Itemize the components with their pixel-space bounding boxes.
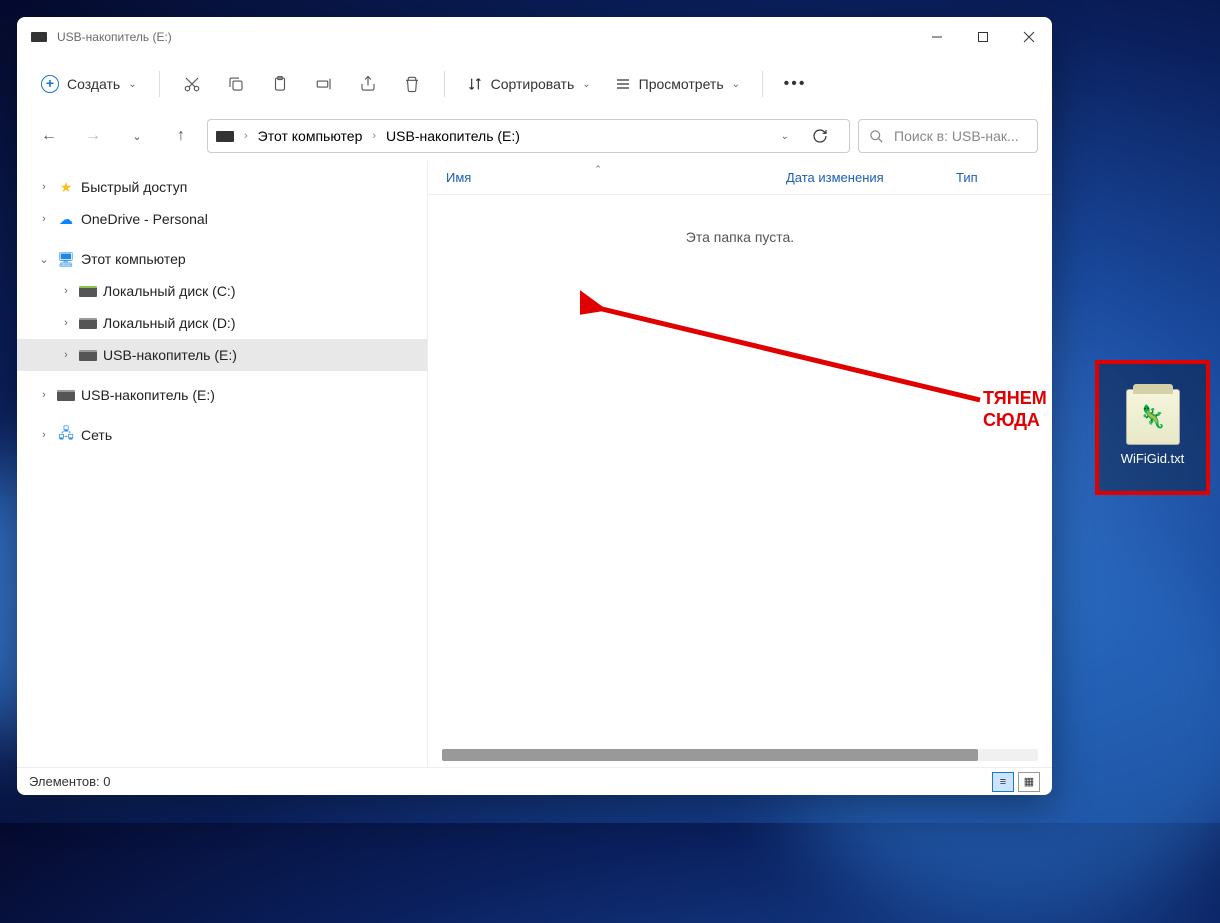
- sidebar-item[interactable]: › Локальный диск (D:): [17, 307, 427, 339]
- sidebar-item-label: USB-накопитель (E:): [103, 347, 237, 363]
- file-explorer-window: USB-накопитель (E:) Создать ⌄ Сортироват…: [17, 17, 1052, 795]
- copy-button[interactable]: [216, 66, 256, 102]
- horizontal-scrollbar[interactable]: [442, 749, 1038, 761]
- sort-icon: [467, 76, 483, 92]
- expand-icon[interactable]: ›: [37, 181, 51, 193]
- expand-icon[interactable]: ›: [37, 213, 51, 225]
- expand-icon[interactable]: ›: [59, 317, 73, 329]
- chevron-right-icon: ›: [244, 130, 248, 142]
- search-icon: [869, 129, 884, 144]
- annotation-text: ТЯНЕМ СЮДА: [983, 388, 1047, 431]
- minimize-button[interactable]: [914, 17, 960, 57]
- search-placeholder: Поиск в: USB-нак...: [894, 128, 1019, 144]
- file-list: ⌃Имя Дата изменения Тип Эта папка пуста.: [427, 161, 1052, 767]
- maximize-button[interactable]: [960, 17, 1006, 57]
- sidebar-item[interactable]: ›🖧Сеть: [17, 419, 427, 451]
- sidebar-item-label: Локальный диск (D:): [103, 315, 236, 331]
- sidebar: ›★Быстрый доступ›☁OneDrive - Personal ⌄🖥Э…: [17, 161, 427, 767]
- sidebar-item[interactable]: › USB-накопитель (E:): [17, 379, 427, 411]
- sidebar-item[interactable]: ›★Быстрый доступ: [17, 171, 427, 203]
- sidebar-item[interactable]: ⌄🖥Этот компьютер: [17, 243, 427, 275]
- chevron-down-icon[interactable]: ⌄: [781, 131, 789, 142]
- sort-button[interactable]: Сортировать ⌄: [457, 66, 601, 102]
- icons-view-button[interactable]: ▦: [1018, 772, 1040, 792]
- column-headers: ⌃Имя Дата изменения Тип: [428, 161, 1052, 195]
- sidebar-item[interactable]: ›☁OneDrive - Personal: [17, 203, 427, 235]
- drive-icon: [216, 131, 234, 142]
- navigation-row: ← → ⌄ ↑ › Этот компьютер › USB-накопител…: [17, 111, 1052, 161]
- sidebar-item-label: USB-накопитель (E:): [81, 387, 215, 403]
- sidebar-item[interactable]: › Локальный диск (C:): [17, 275, 427, 307]
- column-name[interactable]: ⌃Имя: [428, 170, 768, 185]
- create-label: Создать: [67, 76, 120, 92]
- back-button[interactable]: ←: [31, 118, 67, 154]
- view-button[interactable]: Просмотреть ⌄: [605, 66, 750, 102]
- cut-button[interactable]: [172, 66, 212, 102]
- sidebar-item-label: OneDrive - Personal: [81, 211, 208, 227]
- column-type[interactable]: Тип: [938, 170, 1038, 185]
- expand-icon[interactable]: ›: [37, 429, 51, 441]
- expand-icon[interactable]: ⌄: [37, 253, 51, 266]
- status-text: Элементов: 0: [29, 774, 110, 789]
- search-input[interactable]: Поиск в: USB-нак...: [858, 119, 1038, 153]
- desktop-file-highlighted[interactable]: WiFiGid.txt: [1095, 360, 1210, 495]
- address-bar[interactable]: › Этот компьютер › USB-накопитель (E:) ⌄: [207, 119, 850, 153]
- column-date[interactable]: Дата изменения: [768, 170, 938, 185]
- paste-button[interactable]: [260, 66, 300, 102]
- share-button[interactable]: [348, 66, 388, 102]
- rename-button[interactable]: [304, 66, 344, 102]
- up-button[interactable]: ↑: [163, 118, 199, 154]
- titlebar: USB-накопитель (E:): [17, 17, 1052, 57]
- refresh-button[interactable]: [799, 119, 841, 153]
- sidebar-item-label: Локальный диск (C:): [103, 283, 236, 299]
- breadcrumb-root[interactable]: Этот компьютер: [258, 128, 363, 144]
- create-button[interactable]: Создать ⌄: [31, 66, 147, 102]
- expand-icon[interactable]: ›: [59, 285, 73, 297]
- close-button[interactable]: [1006, 17, 1052, 57]
- window-title: USB-накопитель (E:): [57, 30, 172, 44]
- view-label: Просмотреть: [639, 76, 724, 92]
- plus-icon: [41, 75, 59, 93]
- chevron-down-icon: ⌄: [128, 79, 136, 90]
- empty-folder-text: Эта папка пуста.: [428, 195, 1052, 279]
- sidebar-item[interactable]: › USB-накопитель (E:): [17, 339, 427, 371]
- chevron-down-icon: ⌄: [732, 79, 740, 90]
- recent-button[interactable]: ⌄: [119, 118, 155, 154]
- chevron-down-icon: ⌄: [582, 79, 590, 90]
- status-bar: Элементов: 0 ≡ ▦: [17, 767, 1052, 795]
- more-button[interactable]: •••: [775, 66, 815, 102]
- delete-button[interactable]: [392, 66, 432, 102]
- drive-icon: [31, 32, 47, 42]
- breadcrumb-current[interactable]: USB-накопитель (E:): [386, 128, 520, 144]
- expand-icon[interactable]: ›: [37, 389, 51, 401]
- chevron-right-icon: ›: [372, 130, 376, 142]
- toolbar: Создать ⌄ Сортировать ⌄ Просмотреть ⌄ ••…: [17, 57, 1052, 111]
- expand-icon[interactable]: ›: [59, 349, 73, 361]
- sort-indicator-icon: ⌃: [594, 164, 602, 175]
- forward-button[interactable]: →: [75, 118, 111, 154]
- sidebar-item-label: Быстрый доступ: [81, 179, 187, 195]
- details-view-button[interactable]: ≡: [992, 772, 1014, 792]
- view-icon: [615, 76, 631, 92]
- desktop-file-label: WiFiGid.txt: [1121, 451, 1185, 466]
- sidebar-item-label: Этот компьютер: [81, 251, 186, 267]
- sidebar-item-label: Сеть: [81, 427, 112, 443]
- sort-label: Сортировать: [491, 76, 575, 92]
- notepad-file-icon: [1126, 389, 1180, 445]
